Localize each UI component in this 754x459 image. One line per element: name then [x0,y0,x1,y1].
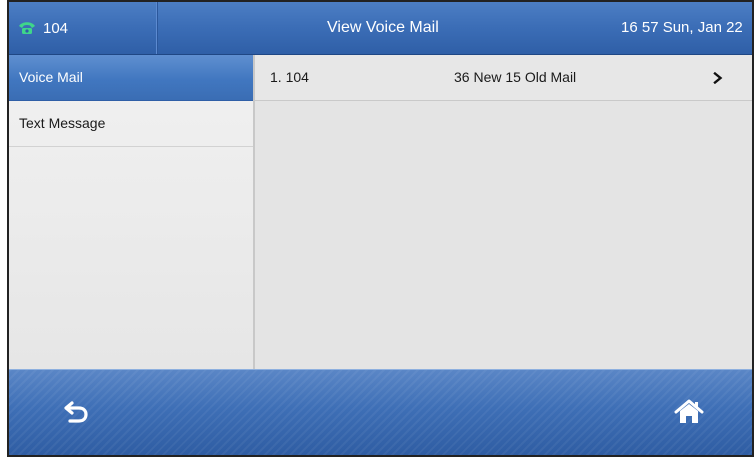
sidebar-item-label: Text Message [19,115,106,131]
account-indicator: 104 [17,2,68,54]
status-bar: 104 View Voice Mail 16 57 Sun, Jan 22 [9,2,752,55]
back-arrow-icon [63,399,91,430]
voicemail-account: 1. 104 [270,69,309,85]
sidebar-item-voice-mail[interactable]: Voice Mail [9,55,253,101]
chevron-right-icon[interactable] [713,55,727,100]
home-icon [674,399,704,430]
sidebar-menu: Voice Mail Text Message [9,55,255,370]
sidebar-item-label: Voice Mail [19,69,83,85]
page-title: View Voice Mail [327,19,439,36]
status-divider [156,2,157,54]
home-button[interactable] [669,394,709,434]
phone-handset-icon [17,20,37,36]
list-item[interactable]: 1. 104 36 New 15 Old Mail [255,55,752,101]
back-button[interactable] [57,394,97,434]
voicemail-list: 1. 104 36 New 15 Old Mail [255,55,752,370]
clock: 16 57 Sun, Jan 22 [621,19,743,36]
account-label: 104 [43,19,69,37]
phone-screen: 104 View Voice Mail 16 57 Sun, Jan 22 Vo… [7,0,754,457]
voicemail-count: 36 New 15 Old Mail [454,69,577,85]
sidebar-item-text-message[interactable]: Text Message [9,101,253,147]
softkey-bar [9,369,752,455]
